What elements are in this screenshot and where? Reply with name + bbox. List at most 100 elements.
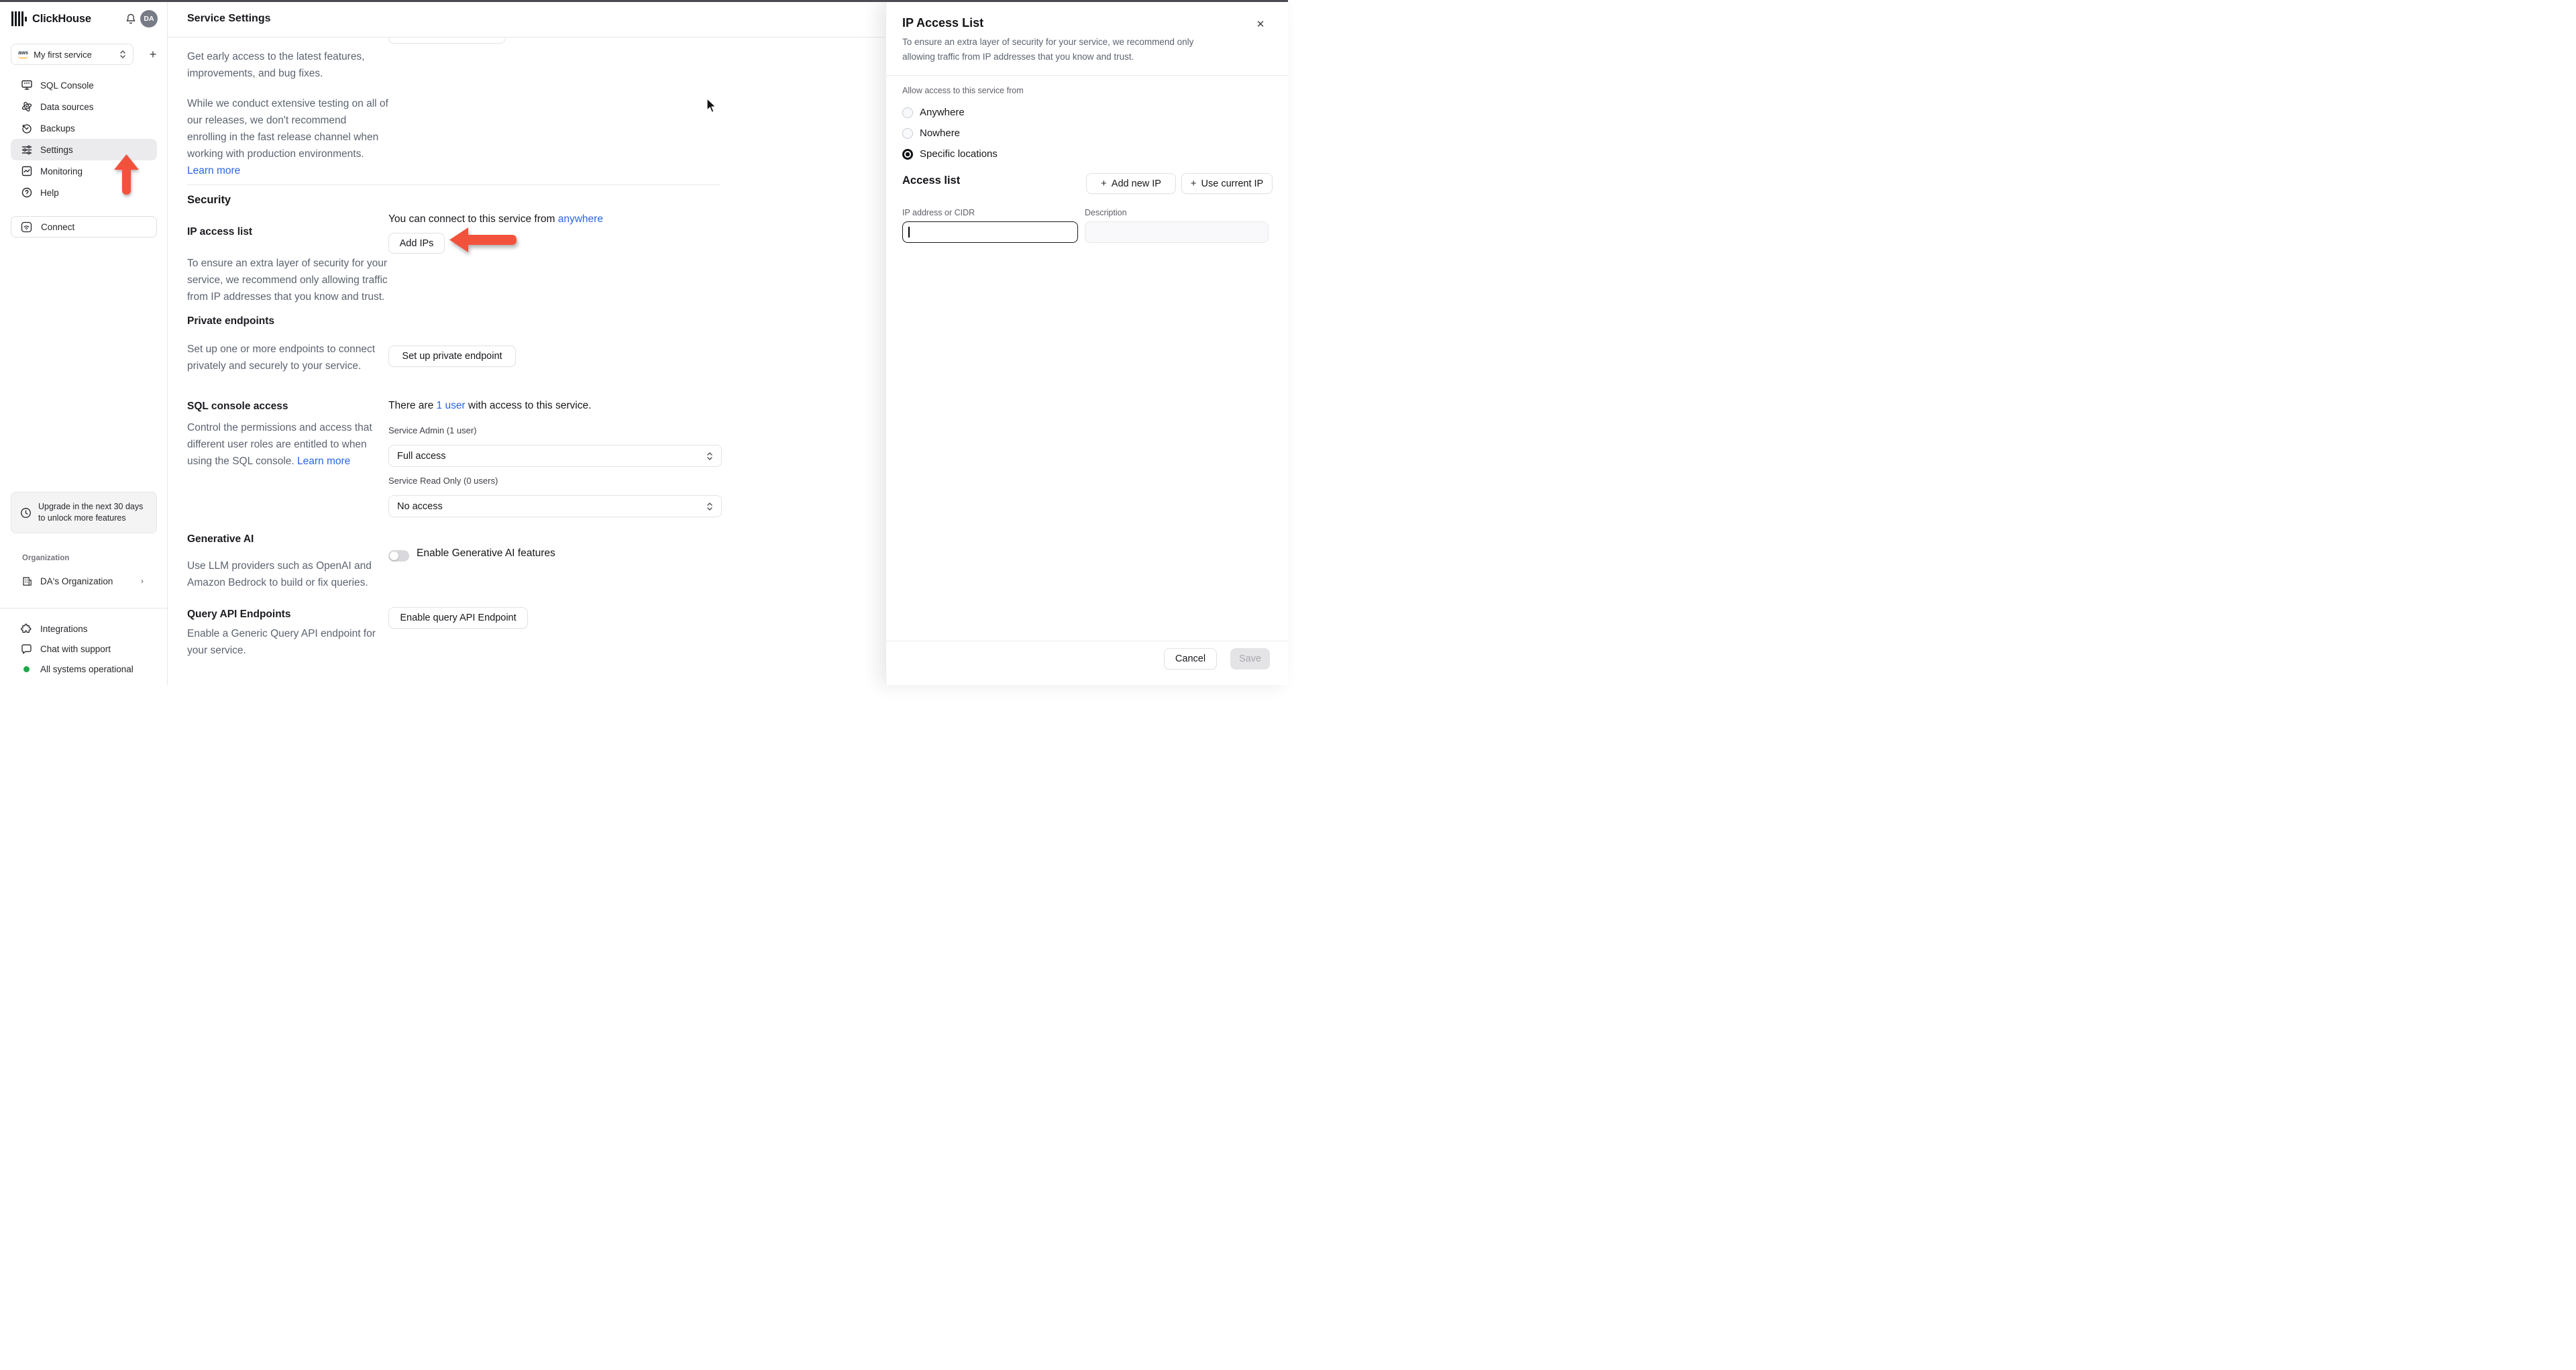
service-readonly-select[interactable]: No access bbox=[388, 495, 722, 517]
upgrade-notice[interactable]: Upgrade in the next 30 days to unlock mo… bbox=[11, 492, 157, 533]
sidebar-item-backups[interactable]: Backups bbox=[0, 117, 168, 139]
connect-label: Connect bbox=[41, 221, 75, 232]
status-label: All systems operational bbox=[40, 664, 133, 674]
sql-console-access-title: SQL console access bbox=[187, 401, 288, 412]
sidebar-item-sql-console[interactable]: SQL Console bbox=[0, 74, 168, 96]
sidebar-item-label: Help bbox=[40, 187, 59, 198]
service-selector-label: My first service bbox=[34, 49, 92, 60]
ip-access-status: You can connect to this service from any… bbox=[388, 213, 603, 225]
main-area: Service Settings Get early access to the… bbox=[168, 0, 885, 685]
ip-cidr-input[interactable] bbox=[902, 221, 1078, 243]
window-top-edge bbox=[0, 0, 1288, 2]
clickhouse-logo-icon bbox=[11, 11, 27, 26]
sidebar-item-integrations[interactable]: Integrations bbox=[0, 619, 168, 639]
panel-title: IP Access List bbox=[902, 16, 984, 30]
panel-divider bbox=[886, 75, 1289, 76]
notifications-bell-icon[interactable] bbox=[125, 13, 137, 25]
monitoring-chart-icon bbox=[21, 165, 33, 177]
avatar[interactable]: DA bbox=[140, 10, 158, 28]
connect-button[interactable]: Connect bbox=[11, 216, 157, 238]
page-title: Service Settings bbox=[187, 12, 271, 24]
ip-cidr-label: IP address or CIDR bbox=[902, 208, 975, 217]
settings-sliders-icon bbox=[21, 144, 33, 156]
release-channel-para1: Get early access to the latest features,… bbox=[187, 51, 365, 79]
use-current-ip-button[interactable]: + Use current IP bbox=[1181, 173, 1273, 194]
security-heading: Security bbox=[187, 194, 231, 206]
clock-icon bbox=[20, 507, 32, 519]
sidebar-item-label: Settings bbox=[40, 144, 73, 155]
query-api-description: Enable a Generic Query API endpoint for … bbox=[187, 628, 376, 656]
organization-switcher[interactable]: DA's Organization › bbox=[0, 571, 168, 591]
service-admin-label: Service Admin (1 user) bbox=[388, 425, 477, 435]
radio-nowhere[interactable]: Nowhere bbox=[902, 123, 960, 144]
sql-console-users-status: There are 1 user with access to this ser… bbox=[388, 400, 592, 411]
sql-console-access-description: Control the permissions and access that … bbox=[187, 422, 372, 467]
sidebar-item-data-sources[interactable]: Data sources bbox=[0, 96, 168, 117]
anywhere-link[interactable]: anywhere bbox=[558, 213, 603, 225]
private-endpoints-title: Private endpoints bbox=[187, 315, 275, 327]
building-icon bbox=[22, 576, 32, 586]
sidebar-item-label: Backups bbox=[40, 123, 75, 134]
radio-selected-icon bbox=[902, 148, 913, 160]
service-readonly-value: No access bbox=[397, 500, 443, 512]
chevron-right-icon: › bbox=[141, 576, 144, 586]
organization-section-label: Organization bbox=[22, 554, 70, 562]
annotation-arrow-settings bbox=[114, 154, 139, 195]
service-admin-select[interactable]: Full access bbox=[388, 445, 722, 467]
learn-more-link[interactable]: Learn more bbox=[297, 456, 350, 467]
service-selector[interactable]: aws My first service bbox=[11, 44, 133, 65]
service-admin-value: Full access bbox=[397, 450, 446, 462]
chevron-up-down-icon bbox=[707, 502, 712, 511]
ip-access-list-panel: IP Access List ✕ To ensure an extra laye… bbox=[885, 0, 1289, 685]
sidebar-item-label: SQL Console bbox=[40, 80, 94, 91]
sidebar-item-help[interactable]: Help bbox=[0, 182, 168, 203]
one-user-link[interactable]: 1 user bbox=[437, 400, 466, 411]
add-ips-button[interactable]: Add IPs bbox=[388, 233, 445, 254]
sidebar-item-chat-support[interactable]: Chat with support bbox=[0, 639, 168, 659]
release-channel-para2: While we conduct extensive testing on al… bbox=[187, 98, 388, 176]
puzzle-icon bbox=[21, 623, 32, 635]
generative-ai-toggle[interactable] bbox=[388, 550, 409, 562]
learn-more-link[interactable]: Learn more bbox=[187, 165, 240, 176]
generative-ai-title: Generative AI bbox=[187, 533, 254, 545]
text-caret bbox=[908, 227, 910, 238]
radio-specific-locations[interactable]: Specific locations bbox=[902, 144, 998, 164]
connect-icon bbox=[21, 221, 32, 233]
brand-name: ClickHouse bbox=[32, 12, 91, 25]
chevron-up-down-icon bbox=[120, 50, 125, 58]
sidebar-item-label: Data sources bbox=[40, 101, 94, 112]
sidebar-nav: SQL Console Data sources Backups Setting… bbox=[0, 74, 168, 203]
setup-private-endpoint-button[interactable]: Set up private endpoint bbox=[388, 346, 516, 367]
status-green-dot bbox=[23, 666, 30, 672]
add-new-ip-button[interactable]: + Add new IP bbox=[1086, 173, 1176, 194]
radio-circle-icon bbox=[902, 107, 913, 118]
enable-query-api-button[interactable]: Enable query API Endpoint bbox=[388, 607, 528, 629]
sidebar-item-label: Monitoring bbox=[40, 166, 83, 176]
sidebar-item-monitoring[interactable]: Monitoring bbox=[0, 160, 168, 182]
service-readonly-label: Service Read Only (0 users) bbox=[388, 476, 498, 486]
annotation-arrow-add-ips bbox=[449, 227, 517, 252]
radio-anywhere[interactable]: Anywhere bbox=[902, 102, 965, 123]
private-endpoints-description: Set up one or more endpoints to connect … bbox=[187, 344, 376, 372]
close-icon[interactable]: ✕ bbox=[1252, 16, 1269, 32]
chevron-up-down-icon bbox=[707, 452, 712, 460]
generative-ai-toggle-label: Enable Generative AI features bbox=[417, 547, 555, 559]
system-status[interactable]: All systems operational bbox=[0, 659, 168, 679]
query-api-title: Query API Endpoints bbox=[187, 609, 291, 620]
description-label: Description bbox=[1085, 208, 1127, 217]
aws-provider-icon: aws bbox=[18, 50, 28, 58]
cancel-button[interactable]: Cancel bbox=[1164, 648, 1217, 670]
sql-console-icon bbox=[21, 79, 33, 91]
save-button[interactable]: Save bbox=[1230, 648, 1270, 670]
sidebar-divider bbox=[0, 608, 168, 609]
description-input[interactable] bbox=[1085, 221, 1269, 243]
allow-access-label: Allow access to this service from bbox=[902, 86, 1024, 95]
add-service-button[interactable]: + bbox=[144, 44, 162, 64]
main-header: Service Settings bbox=[168, 0, 885, 38]
panel-description: To ensure an extra layer of security for… bbox=[902, 37, 1194, 62]
upgrade-notice-text: Upgrade in the next 30 days to unlock mo… bbox=[38, 502, 144, 523]
sidebar-item-label: Chat with support bbox=[40, 643, 111, 654]
organization-name: DA's Organization bbox=[40, 576, 113, 586]
chat-bubble-icon bbox=[21, 643, 32, 655]
plus-icon: + bbox=[1101, 178, 1107, 189]
